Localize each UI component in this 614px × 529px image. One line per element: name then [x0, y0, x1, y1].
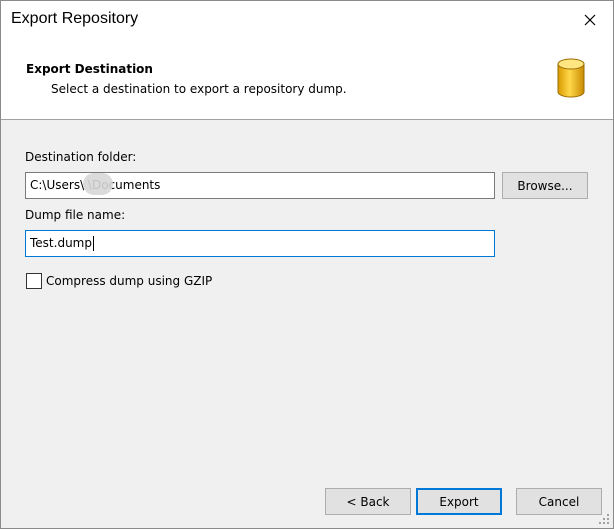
browse-button-label: Browse... [517, 178, 573, 193]
redacted-username [83, 173, 113, 195]
dump-file-name-label: Dump file name: [25, 208, 126, 222]
text-caret [92, 236, 94, 251]
window-title: Export Repository [11, 10, 139, 27]
cancel-button-label: Cancel [538, 494, 580, 509]
compress-gzip-label[interactable]: Compress dump using GZIP [46, 274, 212, 288]
resize-grip-icon[interactable] [598, 513, 610, 525]
export-button[interactable]: Export [416, 488, 502, 515]
browse-button[interactable]: Browse... [502, 172, 588, 199]
close-button[interactable] [567, 1, 613, 39]
back-button[interactable]: < Back [325, 488, 411, 515]
compress-gzip-checkbox[interactable] [26, 273, 42, 289]
export-repository-dialog: Export Repository Export Destination Sel… [0, 0, 614, 529]
database-icon [557, 58, 585, 98]
header-subtitle: Select a destination to export a reposit… [51, 82, 347, 96]
wizard-header: Export Destination Select a destination … [1, 39, 613, 120]
close-icon [584, 14, 596, 26]
export-button-label: Export [439, 494, 479, 509]
dump-file-name-value: Test.dump [30, 236, 92, 250]
cancel-button[interactable]: Cancel [516, 488, 602, 515]
destination-folder-label: Destination folder: [25, 150, 137, 164]
back-button-label: < Back [346, 494, 390, 509]
dump-file-name-input[interactable]: Test.dump [25, 230, 495, 257]
header-title: Export Destination [26, 62, 153, 76]
title-bar[interactable]: Export Repository [1, 1, 613, 39]
